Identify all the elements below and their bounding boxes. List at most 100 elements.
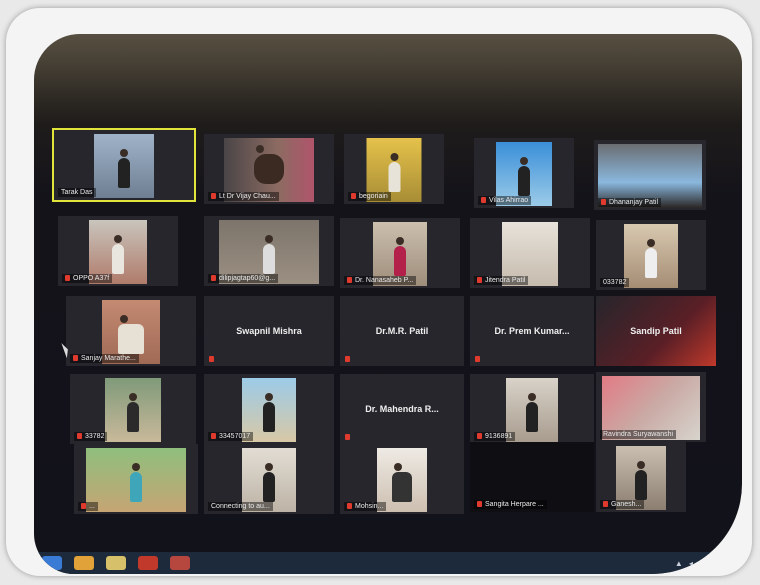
participant-name: Tarak Das <box>58 188 96 197</box>
muted-mic-icon <box>603 501 608 507</box>
person-figure <box>254 145 284 184</box>
participant-tile[interactable]: Dr. Prem Kumar... <box>470 296 594 366</box>
person-figure <box>118 149 130 188</box>
participant-name: Dr. Nanasaheb P... <box>344 276 417 285</box>
participant-name: Ravindra Suryawanshi <box>600 430 677 439</box>
participant-tile[interactable]: Sandip Patil <box>596 296 716 366</box>
participant-tile[interactable]: Dr.M.R. Patil <box>340 296 464 366</box>
participant-name: 33457017 <box>208 432 254 441</box>
participant-tile[interactable]: Tarak Das <box>52 128 196 202</box>
muted-mic-icon <box>477 501 482 507</box>
participant-tile[interactable]: Dr. Mahendra R... <box>340 374 464 444</box>
participant-name: Jitendra Patil <box>474 276 529 285</box>
participant-tile[interactable]: Sangita Herpare ... <box>470 442 594 512</box>
muted-mic-icon <box>481 197 486 203</box>
muted-mic-icon <box>77 433 82 439</box>
muted-mic-icon <box>211 433 216 439</box>
person-figure <box>263 463 275 502</box>
participant-tile[interactable]: Vilas Ahirrao <box>474 138 574 208</box>
participant-tile[interactable]: 33457017 <box>204 374 334 444</box>
participant-tile[interactable]: dilipjagtap60@g... <box>204 216 334 286</box>
participant-tile[interactable]: ... <box>74 444 198 514</box>
participant-name: Sangita Herpare ... <box>474 500 547 509</box>
muted-mic-icon <box>347 277 352 283</box>
windows-taskbar: ▲ ◂ ◉ ▣ <box>34 552 742 574</box>
person-figure <box>518 157 530 196</box>
muted-mic-icon <box>209 356 214 362</box>
muted-mic-icon <box>211 275 216 281</box>
muted-mic-icon <box>347 503 352 509</box>
participant-name: 33782 <box>74 432 108 441</box>
person-figure <box>388 153 400 192</box>
system-tray[interactable]: ▲ ◂ ◉ ▣ <box>675 559 722 568</box>
screen-glare <box>34 34 742 124</box>
start-button-icon[interactable] <box>42 556 62 570</box>
muted-mic-icon <box>477 433 482 439</box>
muted-mic-icon <box>211 193 216 199</box>
participant-video <box>624 224 678 288</box>
muted-mic-icon <box>81 503 86 509</box>
participant-name: Mohsin... <box>344 502 387 511</box>
muted-mic-icon <box>345 434 350 440</box>
monitor-screen: Tarak Das Lt Dr Vijay Chau... begoriain … <box>34 34 742 574</box>
participant-name: Dr. Mahendra R... <box>365 404 439 414</box>
participant-tile[interactable]: Jitendra Patil <box>470 218 590 288</box>
participant-name: Dr.M.R. Patil <box>375 326 429 336</box>
muted-mic-icon <box>601 199 606 205</box>
folder-icon[interactable] <box>106 556 126 570</box>
participant-tile[interactable]: Dr. Nanasaheb P... <box>340 218 460 288</box>
person-figure <box>118 315 144 354</box>
participant-video <box>94 134 154 198</box>
participant-tile[interactable]: Ravindra Suryawanshi <box>596 372 706 442</box>
person-figure <box>394 237 406 276</box>
browser-icon[interactable] <box>74 556 94 570</box>
person-figure <box>130 463 142 502</box>
participant-video <box>105 378 161 442</box>
participant-tile[interactable]: 033782 <box>596 220 706 290</box>
participant-name: Lt Dr Vijay Chau... <box>208 192 279 201</box>
person-figure <box>526 393 538 432</box>
app-icon[interactable] <box>170 556 190 570</box>
participant-name: dilipjagtap60@g... <box>208 274 279 283</box>
participant-tile[interactable]: begoriain <box>344 134 444 204</box>
participant-name: 9136891 <box>474 432 516 441</box>
person-figure <box>392 463 412 502</box>
participant-name: Sanjay Marathe... <box>70 354 139 363</box>
participant-name: Ganesh... <box>600 500 645 509</box>
participant-tile[interactable]: Sanjay Marathe... <box>66 296 196 366</box>
muted-mic-icon <box>65 275 70 281</box>
participant-tile[interactable]: Connecting to au... <box>204 444 334 514</box>
participant-tile[interactable]: OPPO A37f <box>58 216 178 286</box>
participant-tile[interactable]: Lt Dr Vijay Chau... <box>204 134 334 204</box>
participant-tile[interactable]: 33782 <box>70 374 196 444</box>
person-figure <box>645 239 657 278</box>
participant-name: OPPO A37f <box>62 274 113 283</box>
person-figure <box>263 393 275 432</box>
person-figure <box>127 393 139 432</box>
participant-tile[interactable]: 9136891 <box>470 374 594 444</box>
participant-video <box>86 448 186 512</box>
photo-frame: Tarak Das Lt Dr Vijay Chau... begoriain … <box>6 8 752 576</box>
participant-tile[interactable]: Swapnil Mishra <box>204 296 334 366</box>
participant-tile[interactable]: Dhananjay Patil <box>594 140 706 210</box>
muted-mic-icon <box>351 193 356 199</box>
participant-name: ... <box>78 502 98 511</box>
participant-name: Dr. Prem Kumar... <box>494 326 570 336</box>
muted-mic-icon <box>73 355 78 361</box>
participant-name: Sandip Patil <box>630 326 682 336</box>
muted-mic-icon <box>475 356 480 362</box>
person-figure <box>263 235 275 274</box>
person-figure <box>635 461 647 500</box>
participant-tile[interactable]: Ganesh... <box>596 442 686 512</box>
person-figure <box>112 235 124 274</box>
media-icon[interactable] <box>138 556 158 570</box>
participant-name: Swapnil Mishra <box>236 326 302 336</box>
participant-name: Vilas Ahirrao <box>478 196 532 205</box>
muted-mic-icon <box>345 356 350 362</box>
muted-mic-icon <box>477 277 482 283</box>
participant-name: Dhananjay Patil <box>598 198 662 207</box>
participant-name: Connecting to au... <box>208 502 273 511</box>
participant-tile[interactable]: Mohsin... <box>340 444 464 514</box>
participant-name: 033782 <box>600 278 630 287</box>
participant-name: begoriain <box>348 192 391 201</box>
